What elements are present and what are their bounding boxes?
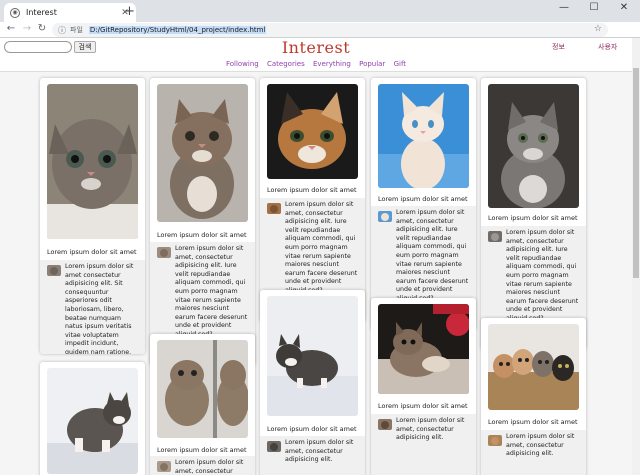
nav-everything[interactable]: Everything	[313, 60, 351, 68]
card-title: Lorem ipsum dolor sit amet	[267, 425, 357, 433]
card-footer: Lorem ipsum dolor sit amet, consectetur …	[371, 414, 476, 475]
card-footer: Lorem ipsum dolor sit amet, consectetur …	[150, 456, 255, 475]
kitten-photo[interactable]	[157, 84, 248, 222]
scrollbar-thumb[interactable]	[633, 68, 639, 278]
avatar[interactable]	[488, 231, 502, 242]
card-title: Lorem ipsum dolor sit amet	[157, 446, 247, 454]
avatar[interactable]	[157, 461, 171, 472]
url-scheme-label: 파일	[70, 26, 83, 34]
card-footer: Lorem ipsum dolor sit amet, consectetur …	[260, 436, 365, 475]
kitten-photo[interactable]	[378, 304, 469, 394]
card-description: Lorem ipsum dolor sit amet, consectetur …	[506, 433, 575, 458]
pin-card[interactable]	[40, 362, 145, 475]
reload-icon[interactable]: ↻	[35, 23, 49, 34]
kitten-photo[interactable]	[267, 296, 358, 416]
avatar[interactable]	[47, 265, 61, 276]
kitten-photo[interactable]	[47, 84, 138, 239]
card-description: Lorem ipsum dolor sit amet, consectetur …	[396, 209, 469, 302]
pin-card[interactable]: Lorem ipsum dolor sit amet Lorem ipsum d…	[150, 334, 255, 475]
card-footer: Lorem ipsum dolor sit amet, consectetur …	[481, 430, 586, 475]
pin-card[interactable]: Lorem ipsum dolor sit amet Lorem ipsum d…	[371, 78, 476, 330]
avatar[interactable]	[378, 419, 392, 430]
card-description: Lorem ipsum dolor sit amet, consectetur …	[285, 201, 358, 294]
bookmark-star-icon[interactable]: ☆	[594, 24, 602, 34]
close-window-icon[interactable]: ✕	[610, 2, 638, 13]
maximize-icon[interactable]: ☐	[580, 2, 608, 13]
avatar[interactable]	[157, 247, 171, 258]
nav-categories[interactable]: Categories	[267, 60, 305, 68]
kitten-photo[interactable]	[378, 84, 469, 188]
back-arrow-icon[interactable]: ←	[4, 23, 18, 34]
info-link[interactable]: 정보	[552, 42, 565, 52]
avatar[interactable]	[378, 211, 392, 222]
site-logo[interactable]: Interest	[0, 38, 632, 57]
avatar[interactable]	[267, 441, 281, 452]
site-header: 검색 Interest 정보 사용자 Following Categories …	[0, 38, 632, 72]
pin-card[interactable]: Lorem ipsum dolor sit amet Lorem ipsum d…	[481, 78, 586, 350]
avatar[interactable]	[267, 203, 281, 214]
kitten-photo[interactable]	[157, 340, 248, 438]
nav-popular[interactable]: Popular	[359, 60, 385, 68]
user-link[interactable]: 사용자	[598, 42, 617, 52]
pin-card[interactable]: Lorem ipsum dolor sit amet Lorem ipsum d…	[260, 290, 365, 475]
card-description: Lorem ipsum dolor sit amet, consectetur …	[175, 459, 244, 475]
url-text[interactable]: D:/GitRepository/StudyHtml/04_project/in…	[88, 26, 267, 34]
kitten-photo[interactable]	[488, 324, 579, 410]
address-bar[interactable]: ⓘ 파일 D:/GitRepository/StudyHtml/04_proje…	[52, 23, 608, 37]
avatar[interactable]	[488, 435, 502, 446]
card-footer: Lorem ipsum dolor sit amet consectetur a…	[40, 260, 145, 354]
page-viewport: 검색 Interest 정보 사용자 Following Categories …	[0, 38, 632, 475]
kitten-photo[interactable]	[488, 84, 579, 208]
nav-gift[interactable]: Gift	[394, 60, 406, 68]
info-icon[interactable]: ⓘ	[58, 25, 66, 36]
kitten-photo[interactable]	[47, 368, 138, 474]
card-title: Lorem ipsum dolor sit amet	[267, 186, 357, 194]
card-description: Lorem ipsum dolor sit amet, consectetur …	[506, 229, 579, 322]
card-title: Lorem ipsum dolor sit amet	[378, 195, 468, 203]
globe-icon: ◉	[10, 7, 20, 18]
forward-arrow-icon[interactable]: →	[20, 23, 34, 34]
address-toolbar: ← → ↻ ⓘ 파일 D:/GitRepository/StudyHtml/04…	[0, 22, 640, 57]
card-description: Lorem ipsum dolor sit amet, consectetur …	[285, 439, 354, 464]
category-nav: Following Categories Everything Popular …	[0, 60, 632, 68]
pin-card[interactable]: Lorem ipsum dolor sit amet Lorem ipsum d…	[150, 78, 255, 366]
card-title: Lorem ipsum dolor sit amet	[378, 402, 468, 410]
card-title: Lorem ipsum dolor sit amet	[488, 214, 578, 222]
pin-card[interactable]: Lorem ipsum dolor sit amet Lorem ipsum d…	[260, 78, 365, 322]
browser-tab-strip: ◉ Interest ✕ + — ☐ ✕	[0, 0, 640, 22]
tab-title: Interest	[26, 8, 57, 17]
pin-card[interactable]: Lorem ipsum dolor sit amet Lorem ipsum d…	[40, 78, 145, 354]
card-description: Lorem ipsum dolor sit amet consectetur a…	[65, 263, 134, 354]
card-description: Lorem ipsum dolor sit amet, consectetur …	[396, 417, 465, 442]
card-description: Lorem ipsum dolor sit amet, consectetur …	[175, 245, 248, 338]
page-scrollbar[interactable]	[632, 38, 640, 475]
pin-card[interactable]: Lorem ipsum dolor sit amet Lorem ipsum d…	[371, 298, 476, 475]
browser-tab[interactable]: ◉ Interest ✕	[4, 3, 136, 22]
new-tab-button[interactable]: +	[124, 4, 135, 19]
card-title: Lorem ipsum dolor sit amet	[157, 231, 247, 239]
nav-following[interactable]: Following	[226, 60, 259, 68]
kitten-photo[interactable]	[267, 84, 358, 179]
card-title: Lorem ipsum dolor sit amet	[47, 248, 137, 256]
minimize-icon[interactable]: —	[550, 2, 578, 13]
card-title: Lorem ipsum dolor sit amet	[488, 418, 578, 426]
pin-card[interactable]: Lorem ipsum dolor sit amet Lorem ipsum d…	[481, 318, 586, 475]
